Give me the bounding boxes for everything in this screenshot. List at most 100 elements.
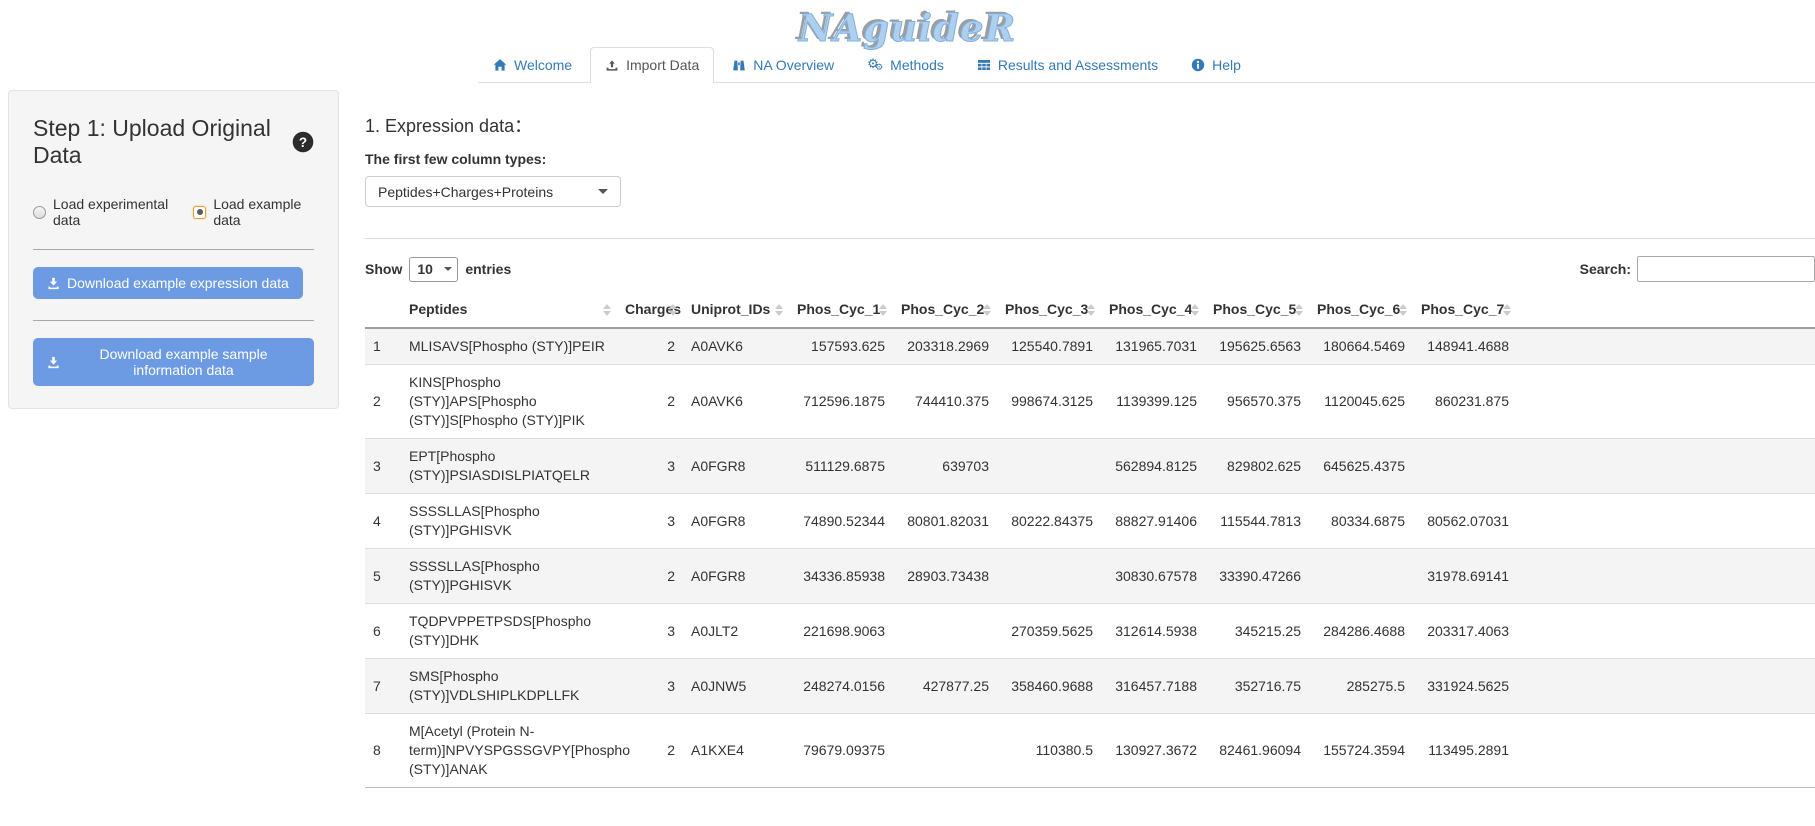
download-expression-button[interactable]: Download example expression data (33, 267, 303, 299)
cell-intensity-value: 285275.5 (1309, 659, 1413, 714)
cell-intensity-value (997, 549, 1101, 604)
search-label: Search: (1580, 261, 1631, 277)
show-label: Show (365, 261, 402, 277)
tab-results-assessments[interactable]: Results and Assessments (962, 47, 1173, 83)
cell-intensity-value: 115544.7813 (1205, 494, 1309, 549)
cell-intensity-value: 511129.6875 (789, 439, 893, 494)
sort-icon (1295, 304, 1303, 316)
radio-label: Load experimental data (53, 196, 177, 228)
cell-intensity-value: 1139399.125 (1101, 365, 1205, 439)
cell-row-number: 8 (365, 714, 401, 788)
cell-intensity-value: 1120045.625 (1309, 365, 1413, 439)
cell-charge: 3 (617, 604, 683, 659)
cell-intensity-value: 110380.5 (997, 714, 1101, 788)
question-circle-icon[interactable]: ? (292, 131, 314, 153)
cell-intensity-value: 645625.4375 (1309, 439, 1413, 494)
home-icon (493, 58, 507, 72)
cell-uniprot-id: A0FGR8 (683, 494, 789, 549)
cell-peptide: EPT[Phospho (STY)]PSIASDISLPIATQELR (401, 439, 617, 494)
table-header-row: PeptidesChargesUniprot_IDsPhos_Cyc_1Phos… (365, 292, 1815, 328)
cell-charge: 3 (617, 439, 683, 494)
cell-intensity-value: 860231.875 (1413, 365, 1517, 439)
cell-intensity-value: 148941.4688 (1413, 328, 1517, 365)
section-title: 1. Expression data： (365, 112, 1815, 138)
column-header-label: Phos_Cyc_4 (1109, 301, 1192, 317)
table-row: 3EPT[Phospho (STY)]PSIASDISLPIATQELR3A0F… (365, 439, 1815, 494)
app-logo: NAguideR (0, 0, 1815, 44)
column-header-phos_cyc_4[interactable]: Phos_Cyc_4 (1101, 292, 1205, 328)
radio-load-experimental[interactable]: Load experimental data (33, 196, 177, 228)
info-icon (1191, 58, 1205, 72)
table-row: 1MLISAVS[Phospho (STY)]PEIR2A0AVK6157593… (365, 328, 1815, 365)
cell-row-number: 2 (365, 365, 401, 439)
column-types-dropdown[interactable]: Peptides+Charges+Proteins (365, 176, 621, 207)
app-logo-text: NAguideR (799, 6, 1017, 50)
cell-charge: 3 (617, 659, 683, 714)
gears-icon: ⚙⚙ (867, 58, 883, 73)
cell-intensity-value: 80222.84375 (997, 494, 1101, 549)
column-header-phos_cyc_7[interactable]: Phos_Cyc_7 (1413, 292, 1517, 328)
download-sample-info-button[interactable]: Download example sample information data (33, 338, 314, 386)
sort-icon (603, 304, 611, 316)
entries-label: entries (465, 261, 511, 277)
cell-intensity-value (1413, 439, 1517, 494)
tab-welcome[interactable]: Welcome (478, 47, 587, 83)
column-header-phos_cyc_3[interactable]: Phos_Cyc_3 (997, 292, 1101, 328)
cell-intensity-value: 180664.5469 (1309, 328, 1413, 365)
radio-checked-icon (193, 206, 206, 219)
radio-unchecked-icon (33, 206, 46, 219)
cell-row-number: 4 (365, 494, 401, 549)
import-data-panel: 1. Expression data： The first few column… (365, 90, 1815, 788)
cell-intensity-value: 79679.09375 (789, 714, 893, 788)
cell-intensity-value: 345215.25 (1205, 604, 1309, 659)
column-header-label: Peptides (409, 301, 467, 317)
cell-intensity-value: 316457.7188 (1101, 659, 1205, 714)
cell-intensity-value: 284286.4688 (1309, 604, 1413, 659)
cell-intensity-value: 88827.91406 (1101, 494, 1205, 549)
column-header-phos_cyc_5[interactable]: Phos_Cyc_5 (1205, 292, 1309, 328)
page-length-control: Show 10 entries (365, 257, 511, 282)
page-length-select[interactable]: 10 (409, 257, 458, 282)
tab-methods[interactable]: ⚙⚙ Methods (852, 47, 959, 83)
tab-label: NA Overview (753, 57, 834, 73)
column-header-label: Phos_Cyc_3 (1005, 301, 1088, 317)
chevron-down-icon (444, 267, 452, 271)
cell-intensity-value: 74890.52344 (789, 494, 893, 549)
column-header-phos_cyc_1[interactable]: Phos_Cyc_1 (789, 292, 893, 328)
cell-intensity-value: 131965.7031 (1101, 328, 1205, 365)
column-header-peptides[interactable]: Peptides (401, 292, 617, 328)
cell-intensity-value: 203317.4063 (1413, 604, 1517, 659)
dropdown-selected-value: Peptides+Charges+Proteins (378, 184, 553, 200)
column-header-phos_cyc_2[interactable]: Phos_Cyc_2 (893, 292, 997, 328)
binoculars-icon (732, 58, 746, 72)
column-header-uniprot_ids[interactable]: Uniprot_IDs (683, 292, 789, 328)
table-spacer-cell (1517, 659, 1815, 714)
column-header-charges[interactable]: Charges (617, 292, 683, 328)
divider (33, 320, 314, 321)
column-header-label: Uniprot_IDs (691, 301, 770, 317)
cell-intensity-value: 33390.47266 (1205, 549, 1309, 604)
cell-intensity-value: 248274.0156 (789, 659, 893, 714)
column-types-label: The first few column types: (365, 151, 1815, 167)
table-row: 5SSSSLLAS[Phospho (STY)]PGHISVK2A0FGR834… (365, 549, 1815, 604)
cell-row-number: 5 (365, 549, 401, 604)
tab-import-data[interactable]: Import Data (590, 47, 714, 83)
cell-charge: 2 (617, 328, 683, 365)
cell-intensity-value: 562894.8125 (1101, 439, 1205, 494)
table-row: 8M[Acetyl (Protein N-term)]NPVYSPGSSGVPY… (365, 714, 1815, 788)
cell-intensity-value: 80562.07031 (1413, 494, 1517, 549)
table-row: 4SSSSLLAS[Phospho (STY)]PGHISVK3A0FGR874… (365, 494, 1815, 549)
cell-intensity-value: 34336.85938 (789, 549, 893, 604)
radio-label: Load example data (213, 196, 314, 228)
panel-title-text: Step 1: Upload Original Data (33, 115, 284, 169)
tab-na-overview[interactable]: NA Overview (717, 47, 849, 83)
table-spacer-cell (1517, 328, 1815, 365)
cell-intensity-value: 312614.5938 (1101, 604, 1205, 659)
radio-load-example[interactable]: Load example data (193, 196, 314, 228)
sort-icon (669, 304, 677, 316)
tab-help[interactable]: Help (1176, 47, 1256, 83)
column-header-phos_cyc_6[interactable]: Phos_Cyc_6 (1309, 292, 1413, 328)
cell-row-number: 7 (365, 659, 401, 714)
search-input[interactable] (1637, 256, 1815, 282)
sort-icon (1191, 304, 1199, 316)
